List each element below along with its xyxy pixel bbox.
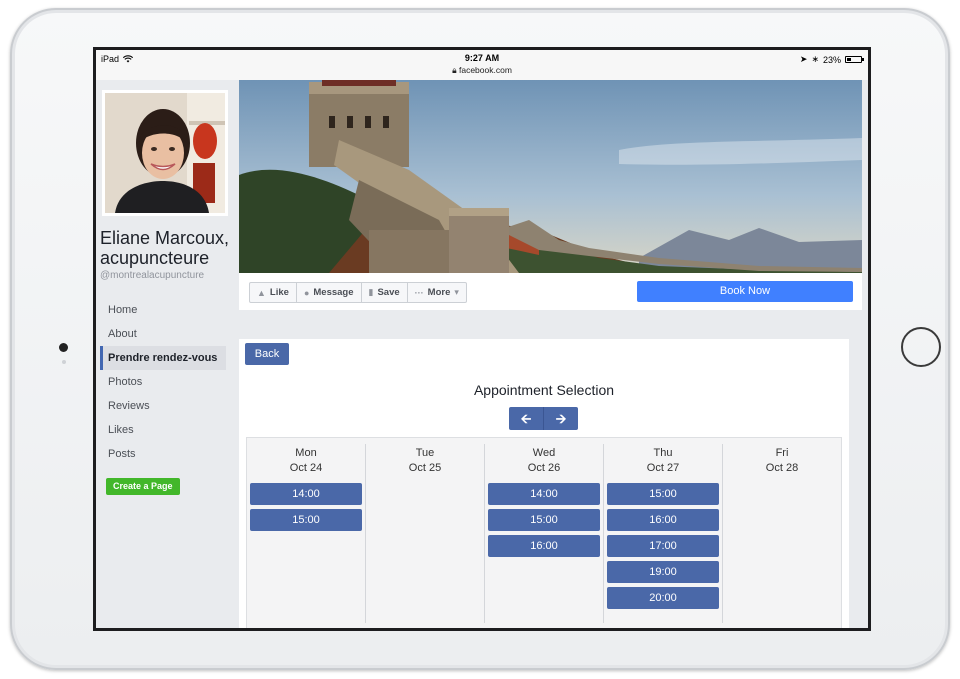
time-slot[interactable]: 15:00 xyxy=(250,509,362,531)
page-nav: Home About Prendre rendez-vous Photos Re… xyxy=(100,298,226,466)
bookmark-icon: ▮ xyxy=(368,287,374,297)
day-column-tue: Tue Oct 25 xyxy=(366,444,485,623)
appointment-card: Back Appointment Selection 🡨 🡪 Mon Oct 2… xyxy=(239,339,849,628)
clock: 9:27 AM xyxy=(464,53,500,63)
save-button[interactable]: ▮ Save xyxy=(362,283,408,302)
day-column-mon: Mon Oct 24 14:00 15:00 xyxy=(247,444,366,623)
create-page-button[interactable]: Create a Page xyxy=(106,478,180,495)
time-slot[interactable]: 17:00 xyxy=(607,535,719,557)
caret-down-icon: ▾ xyxy=(454,287,459,297)
like-button[interactable]: ▲ Like xyxy=(250,283,297,302)
day-date: Oct 25 xyxy=(408,462,442,474)
nav-item-posts[interactable]: Posts xyxy=(100,442,226,466)
nav-item-likes[interactable]: Likes xyxy=(100,418,226,442)
url-bar[interactable]: 🔒︎ facebook.com xyxy=(96,65,868,76)
page-action-bar: ▲ Like ● Message ▮ Save ··· More ▾ Book … xyxy=(239,273,862,310)
location-arrow-icon: ➤ xyxy=(799,54,808,64)
arrow-right-icon[interactable]: 🡪 xyxy=(543,407,578,430)
time-slot[interactable]: 15:00 xyxy=(607,483,719,505)
day-date: Oct 26 xyxy=(527,462,561,474)
time-slot[interactable]: 20:00 xyxy=(607,587,719,609)
appointment-title: Appointment Selection xyxy=(473,382,615,398)
day-name: Fri xyxy=(775,447,789,459)
more-button[interactable]: ··· More ▾ xyxy=(408,283,466,302)
week-navigation: 🡨 🡪 xyxy=(509,407,578,430)
messenger-icon: ● xyxy=(303,287,310,298)
book-now-button[interactable]: Book Now xyxy=(637,281,853,302)
page-title[interactable]: Eliane Marcoux, acupuncteure xyxy=(100,228,236,268)
light-sensor xyxy=(62,360,66,364)
day-name: Tue xyxy=(415,447,435,459)
battery-percent: 23% xyxy=(822,54,841,65)
message-button[interactable]: ● Message xyxy=(297,283,362,302)
nav-item-photos[interactable]: Photos xyxy=(100,370,226,394)
day-date: Oct 24 xyxy=(289,462,323,474)
time-slot[interactable]: 16:00 xyxy=(488,535,600,557)
page-actions: ▲ Like ● Message ▮ Save ··· More ▾ xyxy=(249,282,467,303)
time-slot[interactable]: 14:00 xyxy=(488,483,600,505)
status-right: ➤ ∗ 23% xyxy=(799,54,864,65)
time-slot[interactable]: 16:00 xyxy=(607,509,719,531)
arrow-left-icon[interactable]: 🡨 xyxy=(509,407,543,430)
day-name: Wed xyxy=(532,447,556,459)
nav-item-home[interactable]: Home xyxy=(100,298,226,322)
day-column-thu: Thu Oct 27 15:00 16:00 17:00 19:00 20:00 xyxy=(604,444,723,623)
back-button[interactable]: Back xyxy=(245,343,289,365)
screen: iPad 9:27 AM 🔒︎ facebook.com ➤ ∗ 23% Eli… xyxy=(93,47,871,631)
status-bar: iPad 9:27 AM 🔒︎ facebook.com ➤ ∗ 23% xyxy=(96,50,868,80)
day-date: Oct 27 xyxy=(646,462,680,474)
home-button[interactable] xyxy=(901,327,941,367)
time-slot[interactable]: 15:00 xyxy=(488,509,600,531)
url-text: facebook.com xyxy=(458,65,512,75)
day-column-fri: Fri Oct 28 xyxy=(723,444,841,623)
time-slot[interactable]: 19:00 xyxy=(607,561,719,583)
ellipsis-icon: ··· xyxy=(414,287,424,298)
day-column-wed: Wed Oct 26 14:00 15:00 16:00 xyxy=(485,444,604,623)
cover-great-wall-image xyxy=(239,80,862,273)
day-date: Oct 28 xyxy=(765,462,799,474)
cover-photo[interactable] xyxy=(239,80,862,273)
profile-portrait xyxy=(105,93,225,213)
bluetooth-icon: ∗ xyxy=(811,54,819,64)
nav-item-prendre-rendez-vous[interactable]: Prendre rendez-vous xyxy=(100,346,226,370)
calendar-grid: Mon Oct 24 14:00 15:00 Tue Oct 25 Wed Oc… xyxy=(246,437,842,628)
battery-icon xyxy=(845,56,864,63)
front-camera xyxy=(59,343,68,352)
time-slot[interactable]: 14:00 xyxy=(250,483,362,505)
lock-icon: 🔒︎ xyxy=(452,65,457,75)
profile-photo[interactable] xyxy=(102,90,228,216)
day-name: Thu xyxy=(653,447,673,459)
sidebar: Eliane Marcoux, acupuncteure @montrealac… xyxy=(96,80,238,628)
thumbs-up-icon: ▲ xyxy=(257,287,266,298)
nav-item-about[interactable]: About xyxy=(100,322,226,346)
nav-item-reviews[interactable]: Reviews xyxy=(100,394,226,418)
page-handle: @montrealacupuncture xyxy=(100,270,205,281)
day-name: Mon xyxy=(295,447,317,459)
